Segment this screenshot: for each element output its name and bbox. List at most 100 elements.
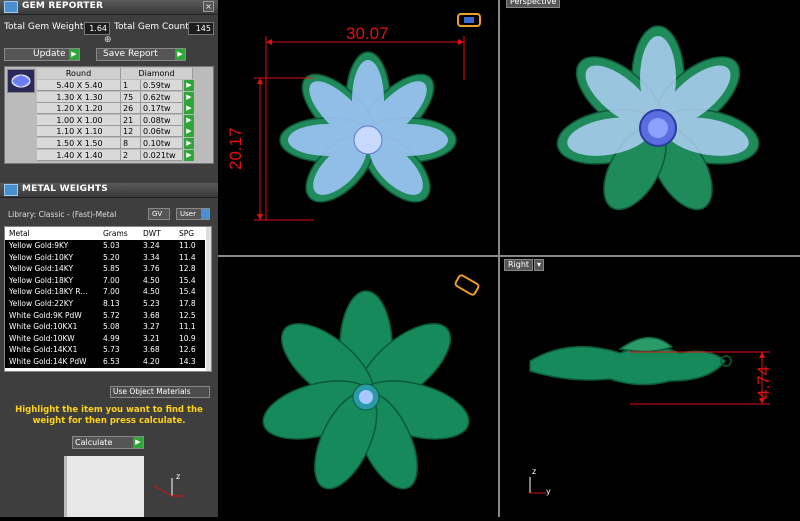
vertical-scrollbar[interactable] xyxy=(206,227,211,371)
metal-spg-cell: 11.1 xyxy=(179,322,196,332)
axis-indicator-front: z xyxy=(150,472,190,502)
gem-count-cell: 2 xyxy=(121,149,141,161)
metal-dwt-cell: 5.23 xyxy=(143,299,160,308)
metal-spg-cell: 12.6 xyxy=(179,345,196,355)
metal-metal-cell: White Gold:10KW xyxy=(9,333,75,343)
metal-metal-cell: Yellow Gold:14KY xyxy=(9,264,74,274)
metal-spg-cell: 10.9 xyxy=(179,333,196,343)
gem-count-cell: 75 xyxy=(121,91,141,103)
perspective-view-drawing xyxy=(556,25,760,211)
table-row[interactable]: Yellow Gold:22KY 8.13 5.23 17.8 xyxy=(5,298,205,310)
viewport-right[interactable]: Right ▾ 4.74 z y xyxy=(500,257,800,517)
library-label: Library: Classic - (Fast)-Metal xyxy=(8,210,117,219)
gem-size-cell: 1.20 X 1.20 xyxy=(37,103,121,115)
table-row[interactable]: Yellow Gold:18KY R... 7.00 4.50 15.4 xyxy=(5,286,205,298)
height-dimension: 20.17 xyxy=(226,127,245,170)
viewport-label-right[interactable]: Right xyxy=(504,259,534,271)
metal-grams-cell: 5.03 xyxy=(103,241,120,250)
close-icon[interactable]: × xyxy=(203,1,214,12)
table-row[interactable]: White Gold:9K PdW 5.72 3.68 12.5 xyxy=(5,309,205,322)
table-row[interactable]: White Gold:10KW 4.99 3.21 10.9 xyxy=(5,332,205,345)
gem-table: Round Diamond 5.40 X 5.40 1 0.59tw ▶ 1.30 X … xyxy=(4,66,214,164)
gem-reporter-title: GEM REPORTER xyxy=(22,1,104,11)
gem-size-cell: 1.00 X 1.00 xyxy=(37,114,121,126)
metal-metal-cell: White Gold:14KX1 xyxy=(9,345,78,355)
select-gem-button[interactable]: ▶ xyxy=(184,103,194,115)
collapse-icon[interactable]: ⊕ xyxy=(104,35,112,45)
metal-metal-cell: Yellow Gold:9KY xyxy=(9,241,69,250)
use-object-materials-label: Use Object Materials xyxy=(113,387,191,396)
gem-size-cell: 1.40 X 1.40 xyxy=(37,149,121,161)
front-view-drawing xyxy=(262,274,480,490)
gem-reporter-titlebar[interactable]: GEM REPORTER × xyxy=(0,0,218,15)
metal-dwt-cell: 4.50 xyxy=(143,287,160,297)
viewport-label-perspective[interactable]: Perspective xyxy=(506,0,561,8)
metal-dwt-cell: 4.50 xyxy=(143,275,160,285)
metal-grams-cell: 7.00 xyxy=(103,275,120,285)
save-report-button[interactable]: Save Report ▶ xyxy=(96,48,186,61)
select-gem-button[interactable]: ▶ xyxy=(184,80,194,91)
metal-dwt-cell: 3.24 xyxy=(143,241,160,250)
table-row[interactable]: White Gold:10KX1 5.08 3.27 11.1 xyxy=(5,321,205,333)
gem-size-cell: 1.50 X 1.50 xyxy=(37,138,121,149)
update-button[interactable]: Update ▶ xyxy=(4,48,80,61)
metal-dwt-cell: 3.21 xyxy=(143,333,160,343)
metal-grams-cell: 5.85 xyxy=(103,264,120,274)
column-header-metal: Metal xyxy=(9,229,30,238)
select-gem-button[interactable]: ▶ xyxy=(184,138,194,149)
use-object-materials-toggle[interactable]: Use Object Materials xyxy=(110,386,210,398)
viewport-perspective[interactable]: Perspective xyxy=(500,0,800,257)
total-gem-count-label: Total Gem Count xyxy=(114,22,189,32)
gem-count-cell: 8 xyxy=(121,138,141,149)
table-row[interactable]: Yellow Gold:14KY 5.85 3.76 12.8 xyxy=(5,263,205,275)
user-toggle[interactable]: User xyxy=(176,208,210,220)
axis-z-label: z xyxy=(176,472,181,481)
gem-weight-cell: 0.17tw xyxy=(141,103,183,115)
table-row[interactable]: White Gold:14K PdW 6.53 4.20 14.3 xyxy=(5,356,205,368)
table-row[interactable]: Yellow Gold:10KY 5.20 3.34 11.4 xyxy=(5,251,205,264)
chevron-down-icon[interactable]: ▾ xyxy=(534,259,545,271)
total-gem-weight-value: 1.64 xyxy=(84,22,110,35)
gem-size-cell: 1.10 X 1.10 xyxy=(37,126,121,138)
select-gem-button[interactable]: ▶ xyxy=(184,126,194,138)
metal-metal-cell: Yellow Gold:22KY xyxy=(9,299,74,308)
play-icon: ▶ xyxy=(133,437,143,448)
gem-size-cell: 5.40 X 5.40 xyxy=(37,80,121,91)
metal-grams-cell: 5.08 xyxy=(103,322,120,332)
table-row[interactable]: Yellow Gold:18KY 7.00 4.50 15.4 xyxy=(5,274,205,287)
axis-indicator-right: z y xyxy=(524,467,554,497)
metal-spg-cell: 11.0 xyxy=(179,241,196,250)
gem-weight-cell: 0.06tw xyxy=(141,126,183,138)
calculate-button[interactable]: Calculate ▶ xyxy=(72,436,144,449)
metal-metal-cell: Yellow Gold:18KY xyxy=(9,275,74,285)
gem-size-cell: 1.30 X 1.30 xyxy=(37,91,121,103)
viewport-front[interactable] xyxy=(218,257,500,517)
select-gem-button[interactable]: ▶ xyxy=(184,114,194,126)
column-header-spg: SPG xyxy=(179,229,195,238)
gem-count-cell: 21 xyxy=(121,114,141,126)
metal-dwt-cell: 3.68 xyxy=(143,310,160,320)
metal-metal-cell: White Gold:9K PdW xyxy=(9,310,82,320)
metal-dwt-cell: 4.20 xyxy=(143,357,160,366)
metal-grams-cell: 6.53 xyxy=(103,357,120,366)
table-row[interactable]: Yellow Gold:9KY 5.03 3.24 11.0 xyxy=(5,240,205,252)
select-gem-button[interactable]: ▶ xyxy=(184,91,194,103)
calculate-label: Calculate xyxy=(75,438,113,447)
save-report-label: Save Report xyxy=(103,49,158,59)
metal-weights-titlebar[interactable]: METAL WEIGHTS xyxy=(0,183,218,198)
metal-metal-cell: White Gold:14K PdW xyxy=(9,357,87,366)
gem-count-cell: 12 xyxy=(121,126,141,138)
viewport-top[interactable]: 30.07 20.17 xyxy=(218,0,500,257)
metal-weights-title: METAL WEIGHTS xyxy=(22,184,108,194)
table-row[interactable]: White Gold:14KX1 5.73 3.68 12.6 xyxy=(5,344,205,356)
gem-weight-cell: 0.08tw xyxy=(141,114,183,126)
metal-dwt-cell: 3.68 xyxy=(143,345,160,355)
metal-grams-cell: 5.72 xyxy=(103,310,120,320)
select-gem-button[interactable]: ▶ xyxy=(184,149,194,161)
metal-grams-cell: 5.20 xyxy=(103,252,120,262)
gem-icon xyxy=(7,69,35,93)
panel-background-window xyxy=(64,456,144,517)
gv-toggle[interactable]: GV xyxy=(148,208,170,220)
metal-spg-cell: 15.4 xyxy=(179,287,196,297)
metal-table[interactable]: Metal Grams DWT SPG Yellow Gold:9KY 5.03 3… xyxy=(4,226,212,372)
